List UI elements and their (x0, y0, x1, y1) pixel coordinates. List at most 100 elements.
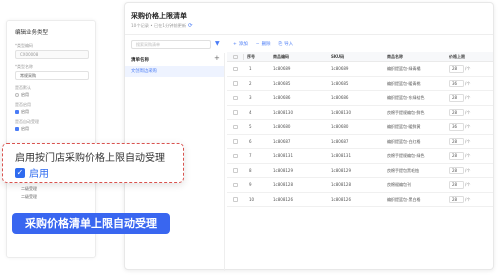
row-checkbox[interactable] (233, 110, 238, 115)
cell-code: 1c808126 (273, 196, 294, 202)
cell-sku: 1c808128 (331, 182, 352, 187)
price-limit-list-panel: 采购价格上限清单 10个记录 • 已在1分钟前更新 ⟳ 搜索采购清单 ▼ 清单名… (124, 2, 494, 271)
price-unit: /个 (465, 80, 471, 86)
cell-no: 3 (249, 95, 252, 100)
type-code-field[interactable]: CX00008 (15, 50, 89, 59)
row-checkbox[interactable] (233, 153, 238, 159)
table-row[interactable]: 8 1c808129 1c808129 良棉手提包黑毛烛 28/个 (227, 164, 493, 178)
list-item[interactable]: 文创周边采购 (125, 66, 224, 77)
checkbox-checked-icon (15, 127, 19, 131)
table-toolbar: + 添加 − 删除 ⎘ 导入 (233, 41, 294, 48)
row-checkbox[interactable] (233, 182, 238, 188)
cell-name: 编织提篮包-白红格 (387, 138, 421, 144)
row-checkbox[interactable] (233, 66, 238, 72)
cell-no: 7 (249, 153, 252, 158)
price-unit: /个 (465, 153, 471, 158)
price-input[interactable]: 28 (449, 195, 464, 204)
refresh-icon[interactable]: ⟳ (188, 23, 193, 29)
table-header: 序号 商品编码 SKU码 商品名称 价格上限 (227, 52, 493, 62)
table-row[interactable]: 6 1c80687 1c80687 编织提篮包-白红格 28/个 (227, 135, 493, 149)
filter-icon[interactable]: ▼ (215, 40, 220, 47)
auto-accept-label: 是否自动受理 (15, 119, 39, 124)
default-option-label: 启用 (21, 92, 29, 97)
price-input[interactable]: 36 (449, 123, 464, 131)
row-checkbox[interactable] (233, 95, 238, 101)
cell-code: 1c80687 (273, 138, 291, 144)
enabled-label: 是否启用 (15, 102, 31, 107)
price-input[interactable]: 28 (449, 108, 464, 117)
row-checkbox[interactable] (233, 139, 238, 144)
level-option-2-label: 二级受理 (21, 194, 37, 199)
enabled-checkbox[interactable]: 启用 (15, 109, 29, 115)
price-input[interactable]: 28 (449, 181, 464, 189)
delete-button[interactable]: − 删除 (255, 41, 271, 48)
price-input[interactable]: 28 (449, 152, 464, 160)
column-header-price: 价格上限 (449, 54, 465, 59)
callout-enable-label: 启用 (29, 169, 49, 180)
enabled-option-label: 启用 (21, 109, 29, 114)
price-unit: /个 (465, 182, 471, 187)
default-radio[interactable]: 启用 (15, 92, 29, 98)
price-unit: /个 (465, 66, 471, 71)
level-option-1[interactable]: 二级受理 (21, 186, 37, 192)
table-row[interactable]: 9 1c808128 1c808128 良棉缀编包刊 28/个 (227, 178, 493, 193)
row-checkbox[interactable] (233, 197, 238, 202)
cell-name: 编织提篮包-绿青橘 (387, 66, 421, 71)
cell-sku: 1c80686 (331, 95, 349, 100)
price-input[interactable]: 28 (449, 166, 464, 175)
add-list-button[interactable]: + (214, 54, 220, 62)
cell-sku: 1c80687 (331, 138, 349, 144)
add-button-label: 添加 (238, 42, 248, 47)
type-name-field[interactable]: 常规采购 (15, 71, 89, 80)
cell-sku: 1c80680 (331, 124, 349, 129)
row-checkbox[interactable] (233, 168, 238, 173)
feature-banner: 采购价格清单上限自动受理 (12, 213, 170, 234)
list-header: 清单名称 (131, 58, 149, 63)
minus-icon: − (255, 41, 260, 47)
table-row[interactable]: 3 1c80686 1c80686 编织提篮包-东绿桔色 28/个 (227, 91, 493, 106)
import-button[interactable]: ⎘ 导入 (279, 41, 294, 47)
cell-name: 编织提篮包-暖鲜黄 (387, 124, 421, 129)
row-checkbox[interactable] (233, 124, 238, 130)
level-option-2[interactable]: 二级受理 (21, 194, 37, 200)
column-header-code: 商品编码 (273, 54, 289, 59)
price-table: 序号 商品编码 SKU码 商品名称 价格上限 1 1c80689 1c80689 编织… (227, 52, 493, 207)
auto-accept-callout: 启用按门店采购价格上限自动受理 ✓ 启用 (2, 143, 184, 183)
level-option-1-label: 二级受理 (21, 186, 37, 191)
auto-accept-option-label: 启用 (21, 126, 29, 131)
callout-enable-checkbox[interactable]: ✓ 启用 (15, 165, 49, 180)
list-search-input[interactable]: 搜索采购清单 (131, 40, 211, 49)
select-all-checkbox[interactable] (233, 54, 238, 60)
table-row[interactable]: 7 1c808131 1c808131 良棉手提规编包-绿色 28/个 (227, 149, 493, 164)
cell-name: 良棉手提规编包-鲜色 (387, 109, 425, 115)
row-checkbox[interactable] (233, 81, 238, 86)
auto-accept-checkbox[interactable]: 启用 (15, 126, 29, 132)
import-icon: ⎘ (278, 42, 283, 47)
table-row[interactable]: 4 1c808130 1c808130 良棉手提规编包-鲜色 28/个 (227, 106, 493, 120)
price-input[interactable]: 28 (449, 137, 464, 146)
price-input[interactable]: 36 (449, 79, 464, 88)
cell-no: 8 (249, 167, 252, 173)
cell-name: 良棉缀编包刊 (387, 182, 411, 187)
price-input[interactable]: 28 (449, 65, 464, 73)
table-row[interactable]: 1 1c80689 1c80689 编织提篮包-绿青橘 28/个 (227, 62, 493, 77)
cell-no: 10 (249, 196, 255, 202)
cell-name: 编织提篮包-暖青桃 (387, 80, 421, 86)
cell-no: 6 (249, 138, 252, 144)
cell-sku: 1c80685 (331, 80, 349, 86)
cell-code: 1c80689 (273, 66, 291, 71)
price-input[interactable]: 28 (449, 94, 464, 102)
divider (125, 34, 493, 35)
price-unit: /个 (465, 95, 471, 100)
delete-button-label: 删除 (261, 42, 271, 47)
cell-no: 1 (249, 66, 252, 71)
cell-sku: 1c808131 (331, 153, 352, 158)
default-label: 是否默认 (15, 85, 31, 90)
price-unit: /个 (465, 138, 471, 144)
import-button-label: 导入 (284, 42, 294, 47)
table-row[interactable]: 10 1c808126 1c808126 编织提篮包-黑白格 28/个 (227, 193, 493, 207)
add-button[interactable]: + 添加 (233, 41, 248, 48)
table-row[interactable]: 2 1c80685 1c80685 编织提篮包-暖青桃 36/个 (227, 77, 493, 91)
table-row[interactable]: 5 1c80680 1c80680 编织提篮包-暖鲜黄 36/个 (227, 120, 493, 135)
cell-code: 1c80680 (273, 124, 291, 129)
